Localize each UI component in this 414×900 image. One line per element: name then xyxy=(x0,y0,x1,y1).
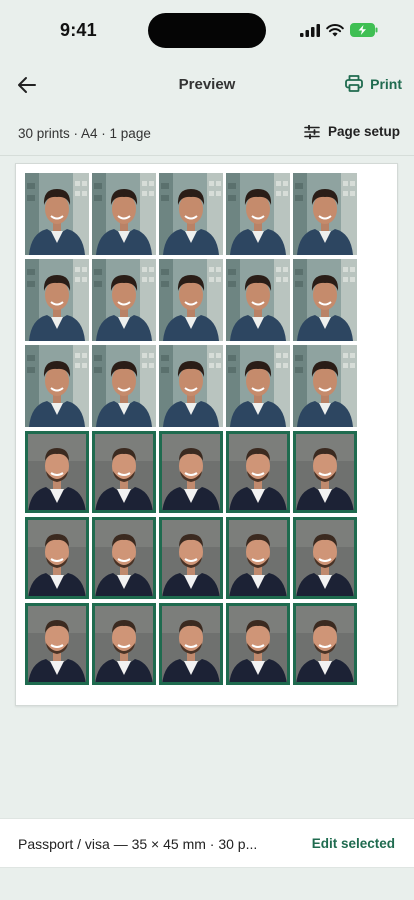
selection-description: Passport / visa — 35 × 45 mm · 30 p... xyxy=(18,836,258,852)
photo-print[interactable] xyxy=(92,173,156,255)
photo-print[interactable] xyxy=(293,173,357,255)
portrait-image-b xyxy=(25,603,89,685)
portrait-image-a xyxy=(159,345,223,427)
photo-print[interactable] xyxy=(92,603,156,685)
portrait-image-a xyxy=(159,259,223,341)
photo-print[interactable] xyxy=(159,345,223,427)
portrait-image-a xyxy=(226,259,290,341)
portrait-image-a xyxy=(25,345,89,427)
summary-row: 30 prints · A4 · 1 page Page setup xyxy=(0,108,414,156)
photo-print[interactable] xyxy=(159,431,223,513)
portrait-image-a xyxy=(226,345,290,427)
wifi-icon xyxy=(326,23,344,36)
photo-print[interactable] xyxy=(159,603,223,685)
photo-print[interactable] xyxy=(226,517,290,599)
portrait-image-b xyxy=(293,517,357,599)
photo-print[interactable] xyxy=(25,345,89,427)
photo-print[interactable] xyxy=(293,259,357,341)
signal-icon xyxy=(300,23,320,37)
dynamic-island xyxy=(148,13,266,48)
portrait-image-b xyxy=(226,431,290,513)
portrait-image-b xyxy=(25,431,89,513)
photo-print[interactable] xyxy=(25,173,89,255)
print-summary: 30 prints · A4 · 1 page xyxy=(18,126,151,141)
portrait-image-b xyxy=(92,603,156,685)
sheet-preview xyxy=(15,163,398,706)
print-button[interactable]: Print xyxy=(345,75,402,92)
portrait-image-a xyxy=(92,173,156,255)
photo-print[interactable] xyxy=(293,431,357,513)
photo-print[interactable] xyxy=(92,345,156,427)
photo-print[interactable] xyxy=(226,431,290,513)
portrait-image-b xyxy=(25,517,89,599)
photo-print[interactable] xyxy=(25,517,89,599)
photo-print[interactable] xyxy=(92,431,156,513)
portrait-image-a xyxy=(92,259,156,341)
top-bar: Preview Print xyxy=(0,62,414,108)
portrait-image-b xyxy=(226,603,290,685)
page-setup-label: Page setup xyxy=(327,124,400,139)
sliders-icon xyxy=(304,124,320,139)
portrait-image-a xyxy=(293,259,357,341)
photo-print[interactable] xyxy=(226,603,290,685)
status-icons xyxy=(300,23,378,37)
portrait-image-b xyxy=(159,517,223,599)
portrait-image-a xyxy=(293,345,357,427)
portrait-image-a xyxy=(293,173,357,255)
photo-print[interactable] xyxy=(92,259,156,341)
portrait-image-b xyxy=(293,603,357,685)
bottom-bar: Passport / visa — 35 × 45 mm · 30 p... E… xyxy=(0,818,414,868)
portrait-image-b xyxy=(226,517,290,599)
photo-print[interactable] xyxy=(159,259,223,341)
status-bar: 9:41 xyxy=(0,0,414,62)
printer-icon xyxy=(345,75,364,92)
portrait-image-a xyxy=(92,345,156,427)
photo-print[interactable] xyxy=(25,603,89,685)
photo-print[interactable] xyxy=(159,173,223,255)
photo-print[interactable] xyxy=(25,431,89,513)
portrait-image-a xyxy=(25,173,89,255)
photo-grid xyxy=(25,173,357,685)
photo-print[interactable] xyxy=(293,603,357,685)
edit-selected-button[interactable]: Edit selected xyxy=(312,836,395,851)
photo-print[interactable] xyxy=(293,345,357,427)
portrait-image-b xyxy=(159,431,223,513)
portrait-image-b xyxy=(293,431,357,513)
photo-print[interactable] xyxy=(92,517,156,599)
photo-print[interactable] xyxy=(226,259,290,341)
print-label: Print xyxy=(370,75,402,92)
page-setup-button[interactable]: Page setup xyxy=(304,124,400,139)
photo-print[interactable] xyxy=(226,345,290,427)
photo-print[interactable] xyxy=(25,259,89,341)
photo-print[interactable] xyxy=(293,517,357,599)
photo-print[interactable] xyxy=(159,517,223,599)
portrait-image-b xyxy=(92,517,156,599)
portrait-image-b xyxy=(92,431,156,513)
portrait-image-a xyxy=(25,259,89,341)
portrait-image-a xyxy=(159,173,223,255)
battery-charging-icon xyxy=(350,23,378,37)
portrait-image-b xyxy=(159,603,223,685)
status-time: 9:41 xyxy=(60,20,97,40)
photo-print[interactable] xyxy=(226,173,290,255)
portrait-image-a xyxy=(226,173,290,255)
